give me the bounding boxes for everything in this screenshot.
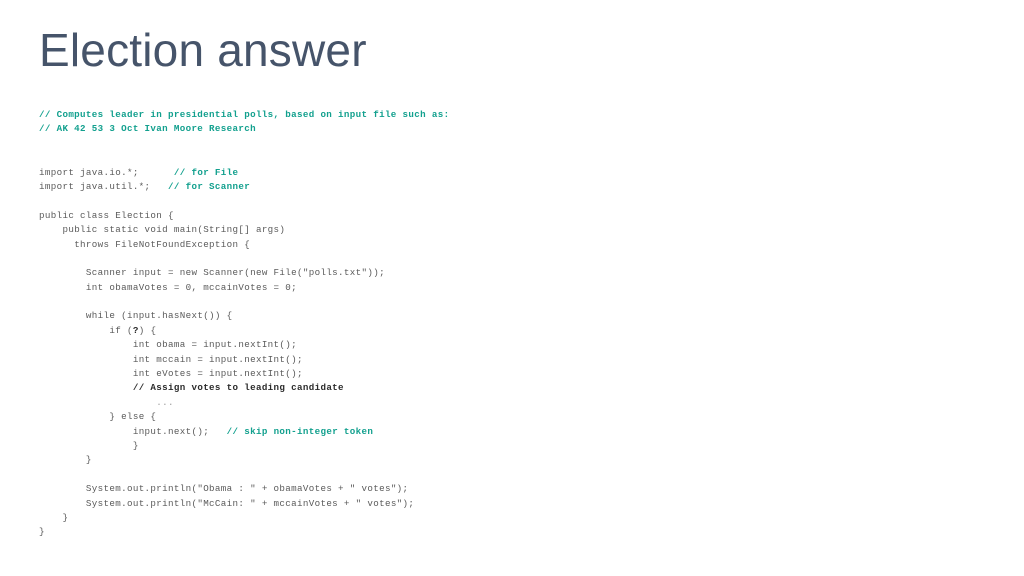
code-token: public class Election { (39, 209, 174, 221)
code-token: } else { (109, 411, 157, 423)
code-line: } (39, 439, 979, 453)
code-line: } else { (39, 410, 979, 424)
code-line: input.next(); // skip non-integer token (39, 425, 979, 439)
code-line: public static void main(String[] args) (39, 223, 979, 237)
code-token: import java.io.*; (39, 166, 139, 178)
code-line: // Assign votes to leading candidate (39, 381, 979, 395)
code-line: int obamaVotes = 0, mccainVotes = 0; (39, 281, 979, 295)
code-line: } (39, 511, 979, 525)
code-block: // Computes leader in presidential polls… (39, 108, 979, 540)
code-line: // Computes leader in presidential polls… (39, 108, 979, 122)
code-token: } (62, 511, 69, 523)
code-token: int eVotes = input.nextInt(); (132, 368, 303, 380)
code-line: Scanner input = new Scanner(new File("po… (39, 266, 979, 280)
code-token: System.out.println("Obama : " + obamaVot… (85, 483, 409, 495)
code-line: // AK 42 53 3 Oct Ivan Moore Research (39, 122, 979, 136)
code-token: int mccain = input.nextInt(); (132, 353, 303, 365)
code-token: } (85, 454, 92, 466)
code-comment: // for Scanner (168, 180, 251, 192)
code-line: System.out.println("McCain: " + mccainVo… (39, 497, 979, 511)
code-token: // Assign votes to leading candidate (132, 382, 344, 394)
code-token: System.out.println("McCain: " + mccainVo… (85, 497, 415, 509)
code-line: int obama = input.nextInt(); (39, 338, 979, 352)
code-line: System.out.println("Obama : " + obamaVot… (39, 482, 979, 496)
code-line: } (39, 525, 979, 539)
code-token: int obamaVotes = 0, mccainVotes = 0; (85, 281, 298, 293)
code-token: public static void main(String[] args) (62, 224, 286, 236)
code-token: if ( (109, 324, 133, 336)
code-line: throws FileNotFoundException { (39, 238, 979, 252)
code-token: } (132, 439, 139, 451)
code-line: int eVotes = input.nextInt(); (39, 367, 979, 381)
code-token: input.next(); (132, 425, 210, 437)
page-title: Election answer (39, 24, 367, 76)
code-token: ... (156, 396, 174, 408)
code-token: Scanner input = new Scanner(new File("po… (85, 267, 385, 279)
code-comment: // skip non-integer token (226, 425, 374, 437)
code-token: } (39, 526, 45, 538)
code-line: import java.io.*; // for File (39, 166, 979, 180)
code-line: if (?) { (39, 324, 979, 338)
code-token: int obama = input.nextInt(); (132, 339, 298, 351)
code-token: ) { (138, 324, 157, 336)
code-line: } (39, 453, 979, 467)
code-comment: // for File (173, 166, 239, 178)
code-line: public class Election { (39, 209, 979, 223)
code-line: import java.util.*; // for Scanner (39, 180, 979, 194)
code-comment: // Computes leader in presidential polls… (39, 109, 450, 120)
code-token: import java.util.*; (39, 180, 151, 192)
code-comment: // AK 42 53 3 Oct Ivan Moore Research (39, 123, 256, 135)
slide-canvas: Election answer // Computes leader in pr… (0, 0, 1024, 576)
code-line: while (input.hasNext()) { (39, 309, 979, 323)
code-line: ... (39, 396, 979, 410)
code-line: int mccain = input.nextInt(); (39, 353, 979, 367)
code-token: throws FileNotFoundException { (62, 238, 251, 250)
code-token: while (input.hasNext()) { (85, 310, 233, 322)
